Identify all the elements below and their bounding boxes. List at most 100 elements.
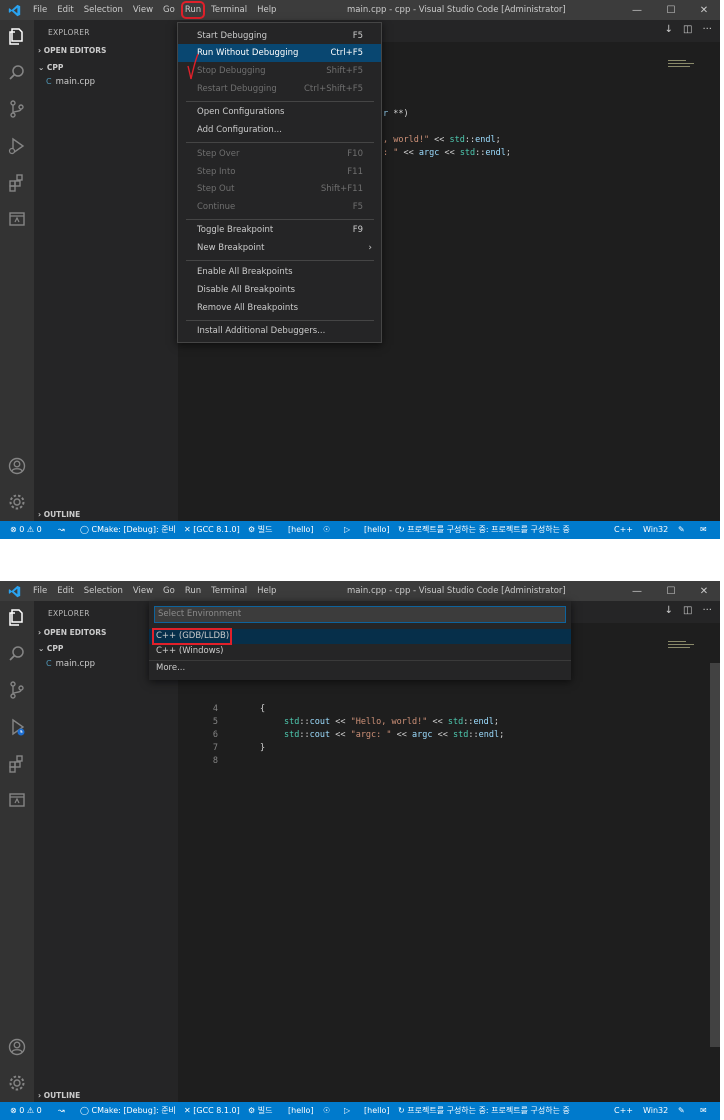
debug-bug-icon[interactable]: ☉	[323, 1102, 330, 1120]
editor-scrollbar[interactable]	[710, 663, 720, 1047]
menu-view[interactable]: View	[128, 581, 158, 601]
files-icon[interactable]	[7, 26, 27, 46]
environment-search-input[interactable]: Select Environment	[154, 606, 566, 623]
launch-play-icon[interactable]: ▷	[344, 521, 350, 539]
minimap[interactable]	[668, 641, 698, 655]
menu-continue[interactable]: Continue F5	[178, 198, 381, 216]
menu-edit[interactable]: Edit	[52, 581, 78, 601]
platform-status[interactable]: Win32	[643, 521, 668, 539]
minimap[interactable]	[668, 60, 698, 74]
platform-status[interactable]: Win32	[643, 1102, 668, 1120]
open-editors-section[interactable]: › OPEN EDITORS	[38, 628, 106, 637]
minimize-icon[interactable]: —	[621, 0, 653, 20]
outline-section[interactable]: › OUTLINE	[38, 1091, 80, 1100]
menu-disable-all-breakpoints[interactable]: Disable All Breakpoints	[178, 281, 381, 299]
maximize-icon[interactable]: ☐	[655, 581, 687, 601]
remote-sync-icon[interactable]: ↝	[58, 521, 65, 539]
account-icon[interactable]	[7, 456, 27, 476]
run-file-icon[interactable]: ↓	[665, 24, 673, 35]
files-icon[interactable]	[7, 607, 27, 627]
menu-step-out[interactable]: Step Out Shift+F11	[178, 180, 381, 198]
maximize-icon[interactable]: ☐	[655, 0, 687, 20]
remote-explorer-icon[interactable]	[7, 209, 27, 229]
menu-run[interactable]: Run	[180, 581, 206, 601]
gear-icon[interactable]	[7, 1073, 27, 1093]
run-debug-icon[interactable]	[7, 717, 27, 737]
extensions-icon[interactable]	[7, 754, 27, 774]
menu-open-configurations[interactable]: Open Configurations	[178, 103, 381, 121]
menu-selection[interactable]: Selection	[79, 0, 128, 20]
search-icon[interactable]	[7, 63, 27, 83]
close-icon[interactable]: ✕	[688, 0, 720, 20]
menu-step-into[interactable]: Step Into F11	[178, 163, 381, 181]
run-file-icon[interactable]: ↓	[665, 605, 673, 616]
build-button[interactable]: ⚙ 빌드	[248, 1102, 272, 1120]
search-icon[interactable]	[7, 644, 27, 664]
more-actions-icon[interactable]: ···	[702, 24, 712, 35]
option-cpp-gdb-lldb[interactable]: C++ (GDB/LLDB)	[149, 628, 571, 645]
file-main-cpp[interactable]: Cmain.cpp	[46, 659, 95, 669]
cmake-status[interactable]: ◯ CMake: [Debug]: 준비	[80, 1102, 176, 1120]
problems-status[interactable]: ⊗ 0 ⚠ 0	[10, 1102, 42, 1120]
menu-selection[interactable]: Selection	[79, 581, 128, 601]
menu-new-breakpoint[interactable]: New Breakpoint ›	[178, 239, 381, 257]
menu-restart-debugging[interactable]: Restart Debugging Ctrl+Shift+F5	[178, 80, 381, 98]
menu-step-over[interactable]: Step Over F10	[178, 145, 381, 163]
debug-bug-icon[interactable]: ☉	[323, 521, 330, 539]
notifications-icon[interactable]: ✉	[700, 1102, 707, 1120]
remote-explorer-icon[interactable]	[7, 790, 27, 810]
menu-file[interactable]: File	[28, 581, 52, 601]
outline-section[interactable]: › OUTLINE	[38, 510, 80, 519]
run-debug-icon[interactable]	[7, 136, 27, 156]
option-more[interactable]: More...	[149, 660, 571, 675]
menu-enable-all-breakpoints[interactable]: Enable All Breakpoints	[178, 263, 381, 281]
build-button[interactable]: ⚙ 빌드	[248, 521, 272, 539]
cmake-status[interactable]: ◯ CMake: [Debug]: 준비	[80, 521, 176, 539]
menu-terminal[interactable]: Terminal	[206, 0, 252, 20]
menu-terminal[interactable]: Terminal	[206, 581, 252, 601]
launch-target[interactable]: [hello]	[364, 1102, 390, 1120]
menu-help[interactable]: Help	[252, 0, 281, 20]
menu-run-without-debugging[interactable]: Run Without Debugging Ctrl+F5	[178, 44, 381, 62]
source-control-icon[interactable]	[7, 680, 27, 700]
cpp-folder-section[interactable]: ⌄ CPP	[38, 63, 63, 72]
close-icon[interactable]: ✕	[688, 581, 720, 601]
problems-status[interactable]: ⊗ 0 ⚠ 0	[10, 521, 42, 539]
account-icon[interactable]	[7, 1037, 27, 1057]
remote-sync-icon[interactable]: ↝	[58, 1102, 65, 1120]
language-mode[interactable]: C++	[614, 521, 633, 539]
open-editors-section[interactable]: › OPEN EDITORS	[38, 46, 106, 55]
language-mode[interactable]: C++	[614, 1102, 633, 1120]
menu-remove-all-breakpoints[interactable]: Remove All Breakpoints	[178, 299, 381, 317]
minimize-icon[interactable]: —	[621, 581, 653, 601]
source-control-icon[interactable]	[7, 99, 27, 119]
split-editor-icon[interactable]: ◫	[683, 605, 692, 616]
menu-view[interactable]: View	[128, 0, 158, 20]
menu-help[interactable]: Help	[252, 581, 281, 601]
menu-start-debugging[interactable]: Start Debugging F5	[178, 27, 381, 45]
menu-go[interactable]: Go	[158, 581, 180, 601]
menu-file[interactable]: File	[28, 0, 52, 20]
menu-go[interactable]: Go	[158, 0, 180, 20]
launch-target[interactable]: [hello]	[364, 521, 390, 539]
menu-add-configuration[interactable]: Add Configuration...	[178, 121, 381, 139]
launch-play-icon[interactable]: ▷	[344, 1102, 350, 1120]
compiler-kit-status[interactable]: ✕ [GCC 8.1.0]	[184, 1102, 240, 1120]
split-editor-icon[interactable]: ◫	[683, 24, 692, 35]
menu-run[interactable]: Run	[180, 1, 206, 19]
gear-icon[interactable]	[7, 492, 27, 512]
menu-stop-debugging[interactable]: Stop Debugging Shift+F5	[178, 62, 381, 80]
build-target[interactable]: [hello]	[288, 521, 314, 539]
compiler-kit-status[interactable]: ✕ [GCC 8.1.0]	[184, 521, 240, 539]
menu-toggle-breakpoint[interactable]: Toggle Breakpoint F9	[178, 221, 381, 239]
cpp-folder-section[interactable]: ⌄ CPP	[38, 644, 63, 653]
menu-install-debuggers[interactable]: Install Additional Debuggers...	[178, 322, 381, 340]
build-target[interactable]: [hello]	[288, 1102, 314, 1120]
menu-edit[interactable]: Edit	[52, 0, 78, 20]
feedback-icon[interactable]: ✎	[678, 1102, 685, 1120]
extensions-icon[interactable]	[7, 173, 27, 193]
notifications-icon[interactable]: ✉	[700, 521, 707, 539]
option-cpp-windows[interactable]: C++ (Windows)	[149, 644, 571, 659]
file-main-cpp[interactable]: Cmain.cpp	[46, 77, 95, 87]
feedback-icon[interactable]: ✎	[678, 521, 685, 539]
